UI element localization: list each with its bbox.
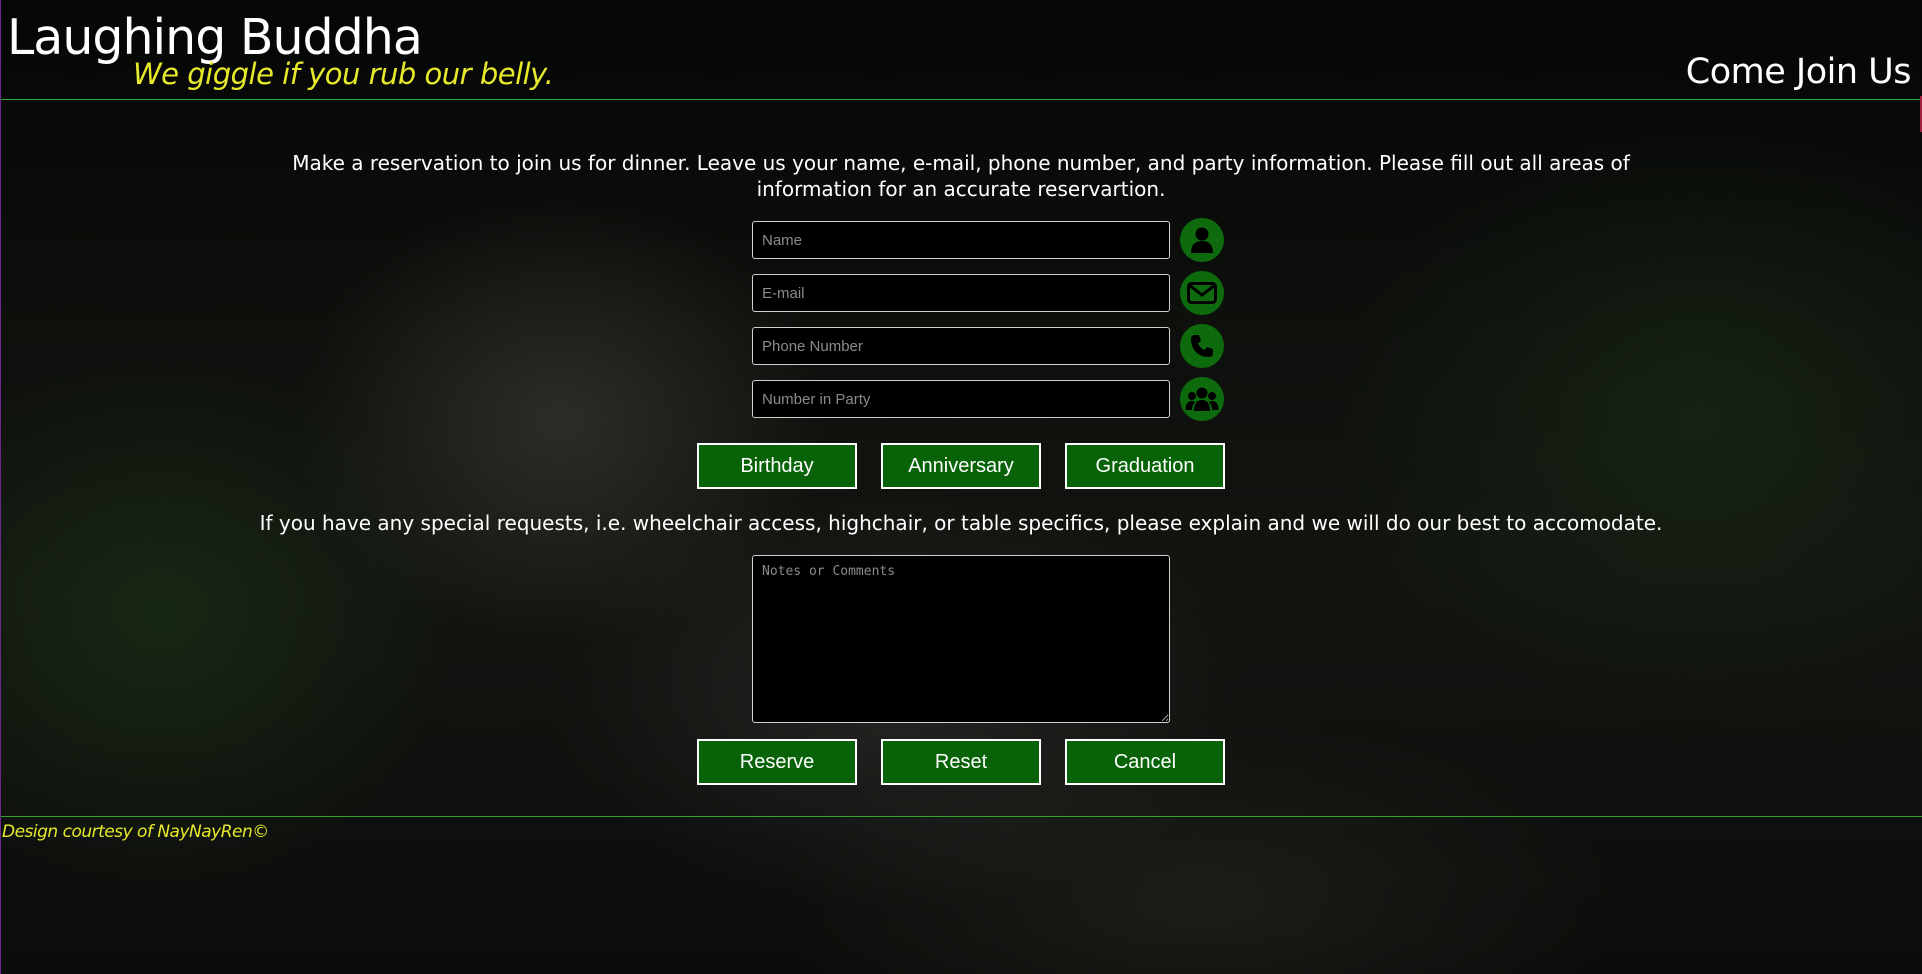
user-icon — [1180, 218, 1224, 262]
cancel-button[interactable]: Cancel — [1065, 739, 1225, 785]
footer-divider — [1, 816, 1922, 817]
email-field-row — [752, 271, 1224, 315]
reserve-button[interactable]: Reserve — [697, 739, 857, 785]
phone-field-row — [752, 324, 1224, 368]
party-size-input[interactable] — [752, 380, 1170, 418]
site-tagline: We giggle if you rub our belly. — [133, 57, 554, 91]
nav-come-join-us[interactable]: Come Join Us — [1686, 50, 1912, 94]
envelope-icon — [1180, 271, 1224, 315]
footer-credit: Design courtesy of NayNayRen© — [2, 822, 269, 842]
birthday-button[interactable]: Birthday — [697, 443, 857, 489]
notes-textarea[interactable] — [752, 555, 1170, 723]
phone-input[interactable] — [752, 327, 1170, 365]
name-input[interactable] — [752, 221, 1170, 259]
anniversary-button[interactable]: Anniversary — [881, 443, 1041, 489]
special-requests-text: If you have any special requests, i.e. w… — [259, 511, 1663, 535]
email-input[interactable] — [752, 274, 1170, 312]
site-header: Laughing Buddha We giggle if you rub our… — [1, 0, 1922, 100]
group-icon — [1180, 377, 1224, 421]
reset-button[interactable]: Reset — [881, 739, 1041, 785]
name-field-row — [752, 218, 1224, 262]
graduation-button[interactable]: Graduation — [1065, 443, 1225, 489]
intro-text: Make a reservation to join us for dinner… — [292, 151, 1630, 201]
phone-icon — [1180, 324, 1224, 368]
party-field-row — [752, 377, 1224, 421]
